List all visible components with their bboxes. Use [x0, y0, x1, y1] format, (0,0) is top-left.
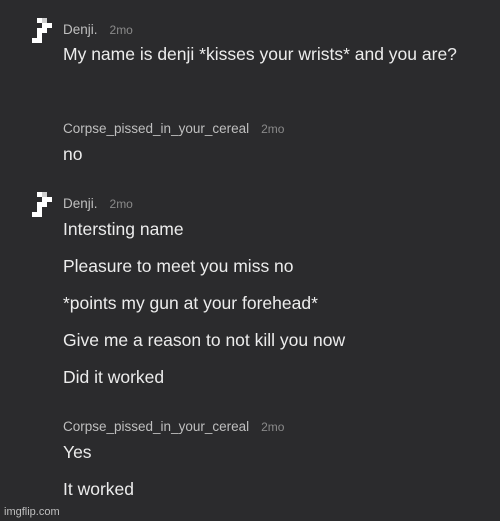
pixel-avatar-icon[interactable]: [32, 192, 52, 220]
message-header: Denji. 2mo: [63, 196, 133, 211]
message-text: *points my gun at your forehead*: [63, 293, 318, 313]
message-text: Yes: [63, 442, 92, 462]
message-text: Give me a reason to not kill you now: [63, 330, 346, 350]
watermark: imgflip.com: [4, 506, 60, 518]
message-text: Intersting name: [63, 219, 184, 239]
message-header: Denji. 2mo: [63, 22, 133, 37]
message-header: Corpse_pissed_in_your_cereal 2mo: [63, 121, 284, 136]
pixel-avatar-icon[interactable]: [32, 18, 52, 46]
message-header: Corpse_pissed_in_your_cereal 2mo: [63, 419, 284, 434]
message-text: Did it worked: [63, 367, 165, 387]
username[interactable]: Denji.: [63, 22, 98, 37]
username[interactable]: Denji.: [63, 196, 98, 211]
timestamp: 2mo: [261, 122, 285, 136]
message-text: My name is denji *kisses your wrists* an…: [63, 44, 457, 64]
message-text: no: [63, 144, 83, 164]
timestamp: 2mo: [109, 23, 133, 37]
timestamp: 2mo: [261, 420, 285, 434]
timestamp: 2mo: [109, 197, 133, 211]
username[interactable]: Corpse_pissed_in_your_cereal: [63, 419, 249, 434]
username[interactable]: Corpse_pissed_in_your_cereal: [63, 121, 249, 136]
message-text: It worked: [63, 479, 134, 499]
message-text: Pleasure to meet you miss no: [63, 256, 294, 276]
